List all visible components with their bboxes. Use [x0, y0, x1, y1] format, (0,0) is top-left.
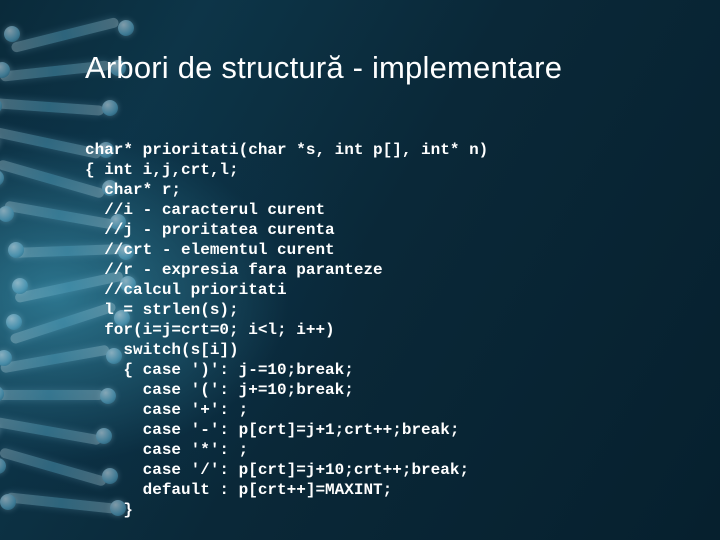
slide-title: Arbori de structură - implementare — [85, 50, 562, 86]
code-block: char* prioritati(char *s, int p[], int* … — [85, 140, 488, 520]
slide: Arbori de structură - implementare char*… — [0, 0, 720, 540]
